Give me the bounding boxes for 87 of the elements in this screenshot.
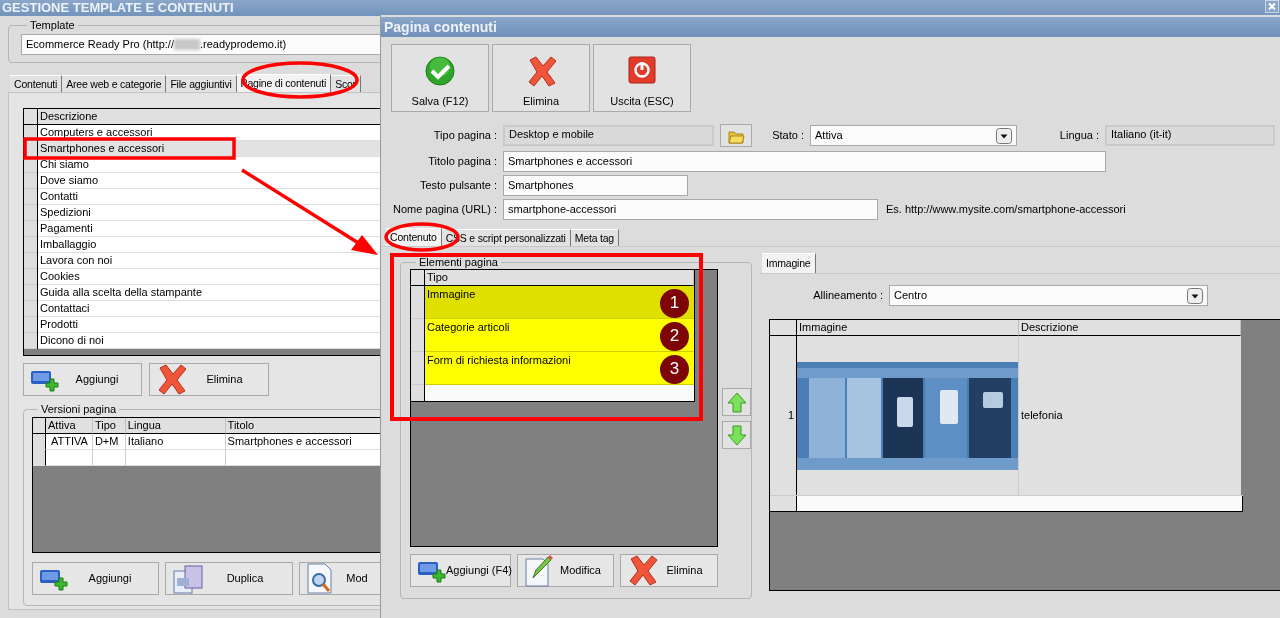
tab[interactable]: Contenuto (386, 228, 442, 246)
group-label: Template (29, 20, 76, 31)
table-cell[interactable]: Lavora con noi (38, 253, 380, 269)
button[interactable]: Aggiungi (23, 363, 142, 396)
row-number: 1 (770, 336, 797, 495)
table-cell: Italiano (125, 434, 226, 450)
pencil-document-icon (524, 554, 554, 587)
text-field[interactable]: Smartphones e accessori (503, 151, 1106, 172)
column-header: Attiva (46, 418, 93, 434)
button[interactable]: Duplica (165, 562, 293, 595)
delete-icon (627, 554, 658, 587)
button[interactable]: Modifica (517, 554, 614, 587)
table-row[interactable]: Categorie articoli 2 (425, 319, 694, 352)
field-label: Titolo pagina : (427, 154, 498, 169)
toolbar-button[interactable]: Elimina (492, 44, 590, 112)
readonly-field[interactable]: Italiano (it-it) (1105, 125, 1275, 146)
number-badge: 2 (660, 321, 689, 351)
table-row[interactable]: Form di richiesta informazioni 3 (425, 352, 694, 385)
column-header: Lingua (125, 418, 226, 434)
table-cell[interactable]: Dove siamo (38, 173, 380, 189)
dropdown[interactable]: Centro (889, 285, 1208, 306)
window-title: GESTIONE TEMPLATE E CONTENUTI (1, 0, 234, 16)
table-cell[interactable]: Contatti (38, 189, 380, 205)
table-cell: D+M (92, 434, 126, 450)
magnifier-document-icon (306, 563, 334, 594)
close-icon[interactable] (1265, 0, 1279, 13)
group-label: Elementi pagina (418, 257, 499, 268)
table-cell[interactable]: Contattaci (38, 301, 380, 317)
field-label: Tipo pagina : (432, 128, 498, 143)
template-field[interactable]: Ecommerce Ready Pro (http:// .readyprodemo.it) (21, 34, 380, 55)
delete-icon (156, 363, 187, 396)
table-cell[interactable]: Guida alla scelta della stampante (38, 285, 380, 301)
button[interactable]: Elimina (149, 363, 269, 396)
folder-button[interactable] (720, 124, 752, 147)
button[interactable]: Aggiungi (F4) (410, 554, 511, 587)
button[interactable]: Elimina (620, 554, 718, 587)
power-icon (627, 55, 657, 85)
field-label: Testo pulsante : (418, 178, 498, 193)
tab[interactable]: File aggiuntivi (166, 75, 237, 92)
table-cell[interactable]: Dicono di noi (38, 333, 380, 349)
tab[interactable]: Contenuti (10, 75, 63, 92)
table-cell[interactable]: Imballaggio (38, 237, 380, 253)
table-cell[interactable]: Pagamenti (38, 221, 380, 237)
dropdown[interactable]: Attiva (810, 125, 1017, 146)
down-arrow-icon (726, 424, 747, 446)
copy-icon (172, 563, 204, 594)
table-cell: ATTIVA (46, 434, 93, 450)
table-cell: telefonia (1019, 336, 1241, 495)
readonly-field[interactable]: Desktop e mobile (503, 125, 714, 146)
button[interactable]: Mod (299, 562, 380, 595)
number-badge: 1 (660, 288, 689, 318)
column-header: Immagine (797, 320, 1019, 336)
table-cell[interactable]: Cookies (38, 269, 380, 285)
hint-text: Es. http://www.mysite.com/smartphone-accessori (886, 202, 1126, 217)
group-label: Versioni pagina (40, 404, 118, 415)
table-row[interactable]: Immagine 1 (425, 286, 694, 319)
column-header: Descrizione (1019, 320, 1241, 336)
table-cell: Categorie articoli (427, 321, 510, 335)
table-cell[interactable]: Smartphones e accessori (38, 141, 380, 157)
button[interactable]: Aggiungi (32, 562, 159, 595)
field-label: Lingua : (1058, 128, 1100, 143)
table-cell: Form di richiesta informazioni (427, 354, 571, 368)
toolbar-button[interactable]: Salva (F12) (391, 44, 489, 112)
up-arrow-icon (726, 391, 747, 413)
tab[interactable]: Immagine (762, 253, 816, 273)
check-circle-icon (424, 55, 456, 87)
number-badge: 3 (660, 354, 689, 384)
table-cell: Immagine (427, 288, 476, 302)
tab[interactable]: Meta tag (570, 229, 619, 246)
move-up-button[interactable] (722, 388, 751, 416)
table-cell[interactable]: Prodotti (38, 317, 380, 333)
field-label: Nome pagina (URL) : (392, 202, 498, 217)
text-field[interactable]: smartphone-accessori (503, 199, 878, 220)
table-cell[interactable]: Spedizioni (38, 205, 380, 221)
column-header: Tipo (425, 270, 694, 286)
dialog-title: Pagina contenuti (381, 17, 1280, 37)
column-header: Titolo (225, 418, 380, 434)
field-label: Allineamento : (812, 288, 884, 303)
move-down-button[interactable] (722, 421, 751, 449)
toolbar-button[interactable]: Uscita (ESC) (593, 44, 691, 112)
tab[interactable]: Aree web e categorie (62, 75, 167, 92)
text-field[interactable]: Smartphones (503, 175, 688, 196)
table-cell: Smartphones e accessori (225, 434, 380, 450)
field-label: Stato : (771, 128, 805, 143)
column-header: Descrizione (38, 109, 380, 125)
column-header: Tipo (92, 418, 126, 434)
blurred-text (173, 39, 200, 50)
